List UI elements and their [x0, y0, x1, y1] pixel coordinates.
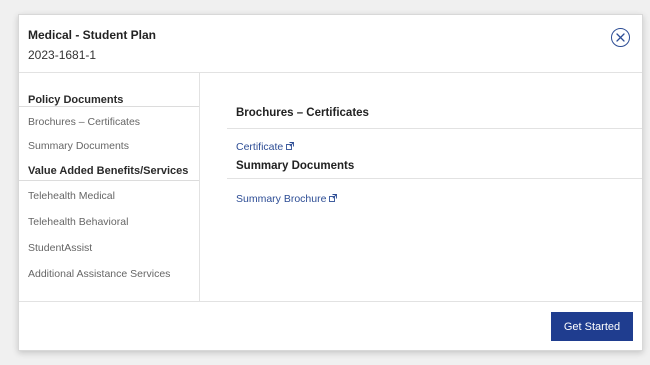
modal-header: Medical - Student Plan 2023-1681-1 [19, 15, 642, 73]
sidebar-nav: Policy Documents Brochures – Certificate… [19, 73, 200, 302]
plan-title: Medical - Student Plan [28, 28, 157, 42]
close-button[interactable] [611, 28, 630, 47]
get-started-button[interactable]: Get Started [551, 312, 633, 341]
plan-modal: Medical - Student Plan 2023-1681-1 Polic… [18, 14, 643, 351]
plan-id: 2023-1681-1 [28, 48, 97, 62]
sidebar-heading-value-added-benefits: Value Added Benefits/Services [19, 157, 199, 181]
sidebar-heading-policy-documents: Policy Documents [19, 87, 199, 107]
modal-footer: Get Started [19, 301, 642, 350]
sidebar-item-additional-assistance-services[interactable]: Additional Assistance Services [19, 259, 199, 285]
document-content: Brochures – Certificates Certificate Sum… [227, 73, 642, 302]
sidebar-item-studentassist[interactable]: StudentAssist [19, 233, 199, 259]
sidebar-item-telehealth-behavioral[interactable]: Telehealth Behavioral [19, 207, 199, 233]
section-heading-brochures-certificates: Brochures – Certificates [227, 103, 642, 129]
sidebar-item-brochures-certificates[interactable]: Brochures – Certificates [19, 107, 199, 133]
external-link-icon [286, 142, 295, 150]
certificate-link-label: Certificate [236, 141, 284, 153]
section-heading-summary-documents: Summary Documents [227, 155, 642, 179]
sidebar-item-telehealth-medical[interactable]: Telehealth Medical [19, 181, 199, 207]
summary-brochure-link-label: Summary Brochure [236, 193, 327, 205]
external-link-icon [329, 194, 338, 202]
close-icon [616, 33, 625, 42]
summary-brochure-link[interactable]: Summary Brochure [227, 179, 642, 213]
sidebar-item-summary-documents[interactable]: Summary Documents [19, 133, 199, 157]
certificate-link[interactable]: Certificate [227, 129, 642, 155]
